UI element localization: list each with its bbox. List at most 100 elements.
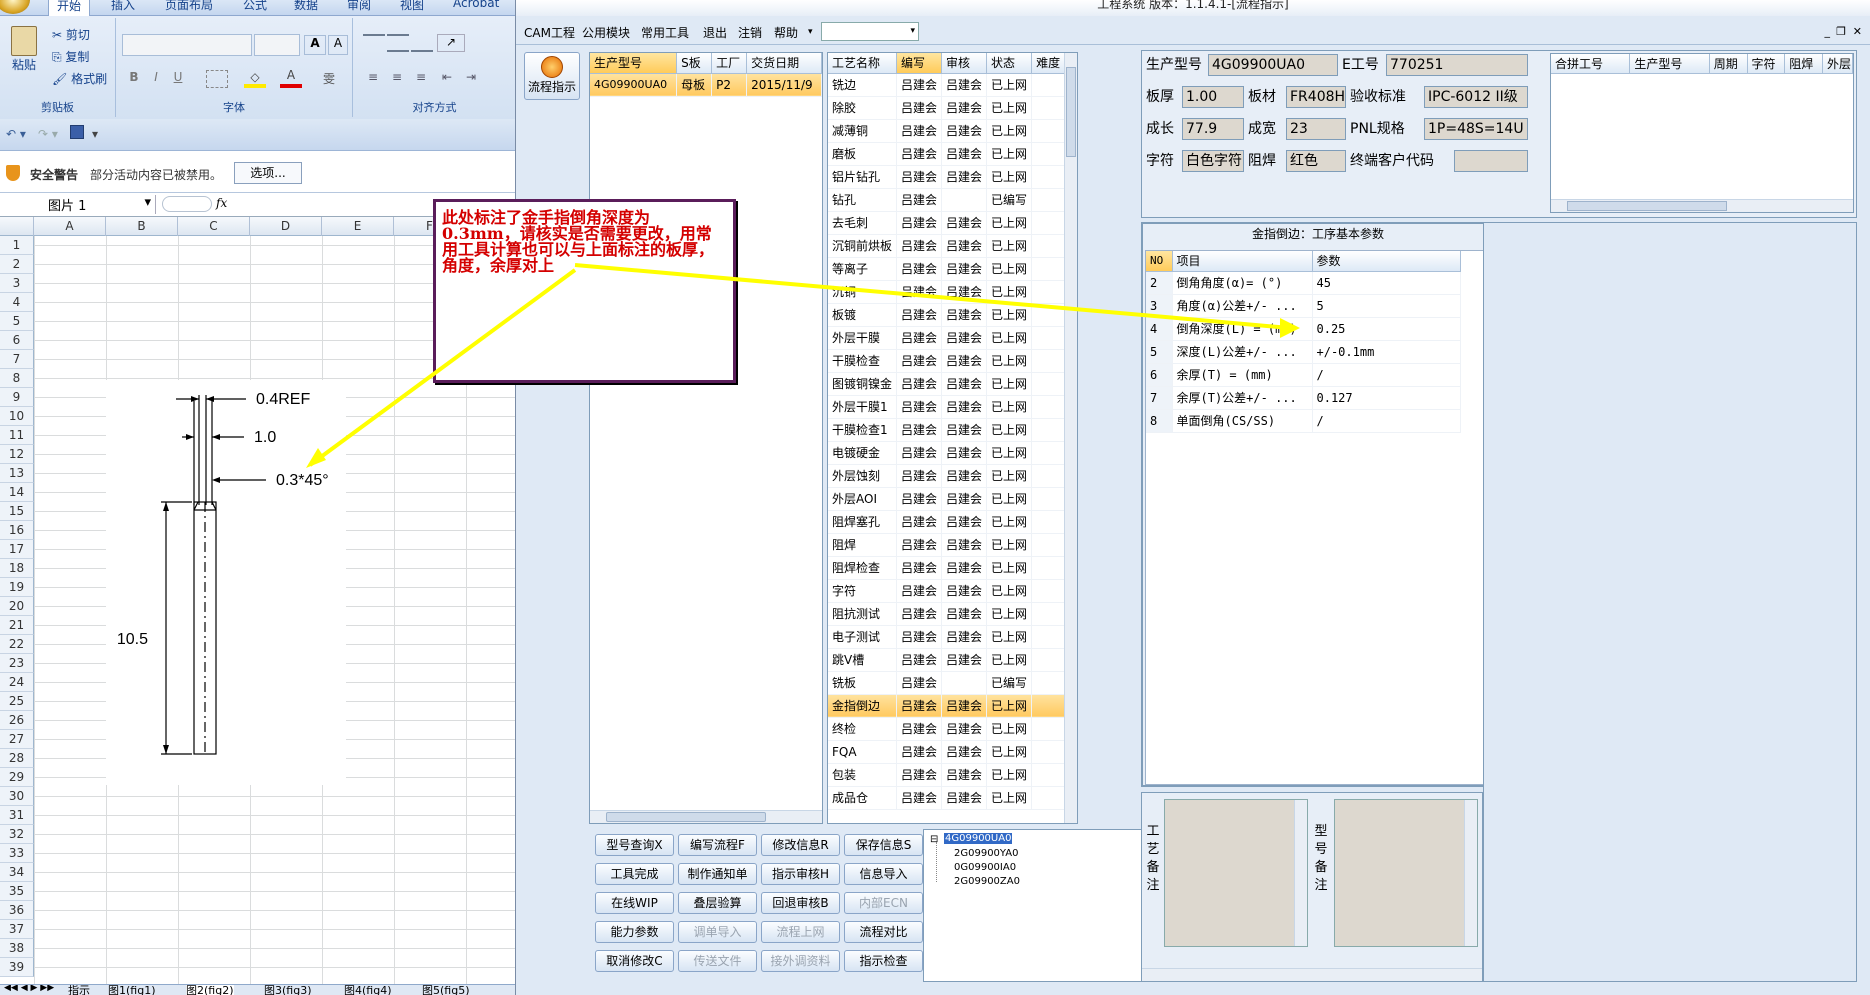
column-header[interactable]: C [178, 217, 250, 236]
action-button[interactable]: 调单导入 [678, 921, 757, 943]
action-button[interactable]: 信息导入 [844, 863, 923, 885]
align-middle-icon[interactable] [387, 34, 409, 52]
col-no[interactable]: NO [1146, 251, 1173, 272]
fx-icon[interactable]: fx [216, 196, 227, 210]
sheet-nav-icon[interactable]: ◀◀ ◀ ▶ ▶▶ [4, 985, 54, 993]
table-row[interactable]: 4G09900UA0 母板 P2 2015/11/9 [590, 73, 822, 97]
process-vscroll[interactable] [1064, 53, 1077, 823]
row-header[interactable]: 14 [0, 483, 34, 502]
remarks-hscroll[interactable] [1142, 968, 1482, 981]
sheet-tab[interactable]: 图3(fig3) [264, 985, 312, 995]
sheet-tab[interactable]: 图5(fig5) [422, 985, 470, 995]
row-header[interactable]: 18 [0, 559, 34, 578]
table-row[interactable]: 阻焊塞孔 吕建会 吕建会 已上网 [828, 510, 1066, 534]
align-left-icon[interactable]: ≡ [363, 70, 383, 84]
help-dropdown-icon[interactable]: ▾ [808, 27, 813, 37]
model-field[interactable]: 4G09900UA0 [1208, 54, 1338, 76]
table-row[interactable]: 干膜检查1 吕建会 吕建会 已上网 [828, 418, 1066, 442]
sheet-tab-active[interactable]: 图2(fig2) [186, 985, 234, 995]
table-row[interactable]: 板镀 吕建会 吕建会 已上网 [828, 303, 1066, 327]
table-row[interactable]: 电子测试 吕建会 吕建会 已上网 [828, 625, 1066, 649]
col-s-board[interactable]: S板 [676, 53, 713, 74]
action-button[interactable]: 编写流程F [678, 834, 757, 856]
col-mask[interactable]: 阻焊 [1785, 54, 1823, 74]
minimize-icon[interactable]: _ [1825, 25, 1831, 38]
table-row[interactable]: 磨板 吕建会 吕建会 已上网 [828, 142, 1066, 166]
align-top-icon[interactable] [363, 34, 385, 52]
row-header[interactable]: 20 [0, 597, 34, 616]
menu-tools[interactable]: 常用工具 [641, 24, 689, 41]
row-header[interactable]: 33 [0, 844, 34, 863]
model-remark-input[interactable] [1334, 799, 1478, 947]
table-row[interactable]: 7 余厚(T)公差+/- ... 0.127 [1146, 386, 1461, 410]
align-center-icon[interactable]: ≡ [387, 70, 407, 84]
col-status[interactable]: 状态 [986, 53, 1033, 74]
align-bottom-icon[interactable] [411, 34, 433, 52]
table-row[interactable]: 2 倒角角度(α)= (°) 45 [1146, 271, 1461, 295]
width-field[interactable]: 23 [1286, 118, 1346, 140]
tab-view[interactable]: 视图 [400, 0, 424, 13]
action-button[interactable]: 传送文件 [678, 950, 757, 972]
row-header[interactable]: 29 [0, 768, 34, 787]
action-button[interactable]: 型号查询X [595, 834, 674, 856]
action-button[interactable]: 工具完成 [595, 863, 674, 885]
tab-page-layout[interactable]: 页面布局 [165, 0, 213, 13]
row-header[interactable]: 39 [0, 958, 34, 977]
col-reviewer[interactable]: 审核 [941, 53, 988, 74]
row-header[interactable]: 22 [0, 635, 34, 654]
row-header[interactable]: 11 [0, 426, 34, 445]
paste-button[interactable]: 粘贴 [10, 26, 38, 86]
name-box[interactable]: 图片 1 ▾ [0, 195, 156, 214]
table-row[interactable]: 去毛刺 吕建会 吕建会 已上网 [828, 211, 1066, 235]
table-row[interactable]: 成品仓 吕建会 吕建会 已上网 [828, 786, 1066, 810]
border-icon[interactable] [206, 70, 228, 88]
row-header[interactable]: 36 [0, 901, 34, 920]
column-header[interactable]: E [322, 217, 394, 236]
col-legend[interactable]: 字符 [1747, 54, 1786, 74]
orders-hscroll[interactable] [590, 810, 822, 823]
tree-item[interactable]: 0G09900IA0 [954, 862, 1016, 873]
col-merge-job[interactable]: 合拼工号 [1551, 54, 1631, 74]
action-button[interactable]: 能力参数 [595, 921, 674, 943]
action-button[interactable]: 叠层验算 [678, 892, 757, 914]
row-header[interactable]: 19 [0, 578, 34, 597]
row-header[interactable]: 17 [0, 540, 34, 559]
solder-mask-field[interactable]: 红色 [1286, 150, 1346, 172]
tab-insert[interactable]: 插入 [111, 0, 135, 13]
row-header[interactable]: 32 [0, 825, 34, 844]
table-row[interactable]: 干膜检查 吕建会 吕建会 已上网 [828, 349, 1066, 373]
action-button[interactable]: 在线WIP [595, 892, 674, 914]
table-row[interactable]: 字符 吕建会 吕建会 已上网 [828, 579, 1066, 603]
tab-acrobat[interactable]: Acrobat [453, 0, 499, 10]
table-row[interactable]: 阻焊 吕建会 吕建会 已上网 [828, 533, 1066, 557]
outdent-icon[interactable]: ⇥ [461, 70, 481, 84]
action-button[interactable]: 指示审核H [761, 863, 840, 885]
table-row[interactable]: 铝片钻孔 吕建会 吕建会 已上网 [828, 165, 1066, 189]
action-button[interactable]: 保存信息S [844, 834, 923, 856]
security-options-button[interactable]: 选项... [234, 162, 302, 184]
table-row[interactable]: 钻孔 吕建会 已编写 [828, 188, 1066, 212]
table-row[interactable]: 减薄铜 吕建会 吕建会 已上网 [828, 119, 1066, 143]
restore-icon[interactable]: ❐ [1836, 25, 1846, 38]
col-cycle[interactable]: 周期 [1709, 54, 1748, 74]
eno-field[interactable]: 770251 [1386, 54, 1528, 76]
table-row[interactable]: 4 倒角深度(L) = (mm) 0.25 [1146, 317, 1461, 341]
action-button[interactable]: 流程上网 [761, 921, 840, 943]
table-row[interactable]: 5 深度(L)公差+/- ... +/-0.1mm [1146, 340, 1461, 364]
row-header[interactable]: 13 [0, 464, 34, 483]
col-process-name[interactable]: 工艺名称 [828, 53, 898, 74]
action-button[interactable]: 修改信息R [761, 834, 840, 856]
thickness-field[interactable]: 1.00 [1182, 86, 1244, 108]
row-header[interactable]: 27 [0, 730, 34, 749]
grow-font-icon[interactable]: A [304, 35, 326, 55]
action-button[interactable]: 内部ECN [844, 892, 923, 914]
shrink-font-icon[interactable]: A [328, 35, 348, 55]
row-header[interactable]: 34 [0, 863, 34, 882]
orientation-icon[interactable]: ↗ [437, 34, 465, 52]
row-header[interactable]: 3 [0, 274, 34, 293]
copy-button[interactable]: ⎘ 复制 [52, 48, 89, 65]
table-row[interactable]: FQA 吕建会 吕建会 已上网 [828, 740, 1066, 764]
pnl-field[interactable]: 1P=48S=14U [1424, 118, 1528, 140]
menu-logout[interactable]: 注销 [738, 24, 762, 41]
row-header[interactable]: 31 [0, 806, 34, 825]
